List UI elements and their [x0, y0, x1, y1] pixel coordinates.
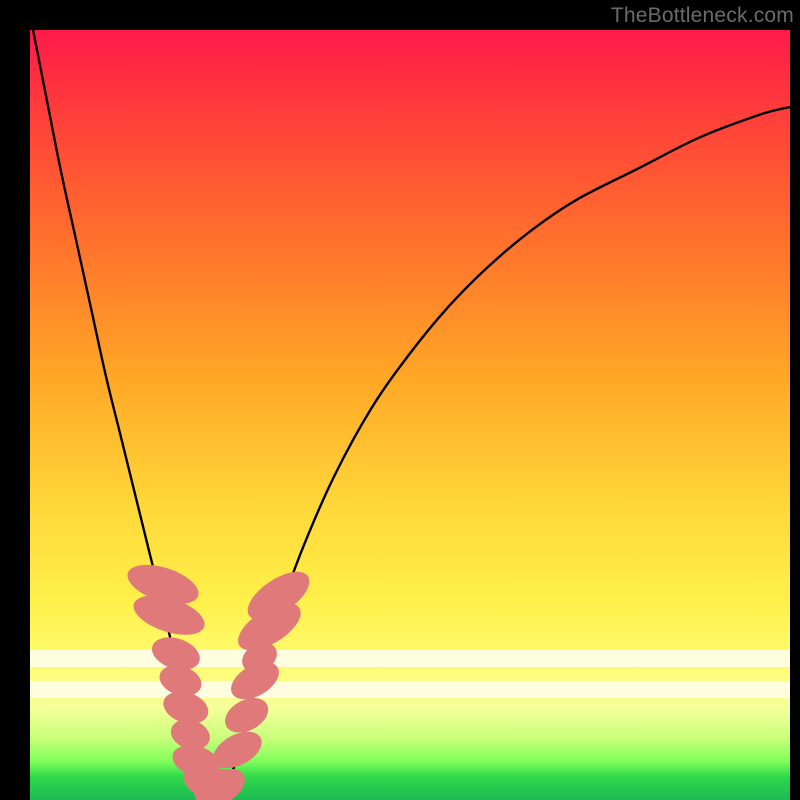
marker-group: [123, 557, 318, 800]
curve-layer: [30, 30, 790, 800]
bottleneck-curve-path: [30, 30, 790, 798]
chart-frame: TheBottleneck.com: [0, 0, 800, 800]
watermark-text: TheBottleneck.com: [611, 4, 794, 28]
plot-area: [30, 30, 790, 800]
